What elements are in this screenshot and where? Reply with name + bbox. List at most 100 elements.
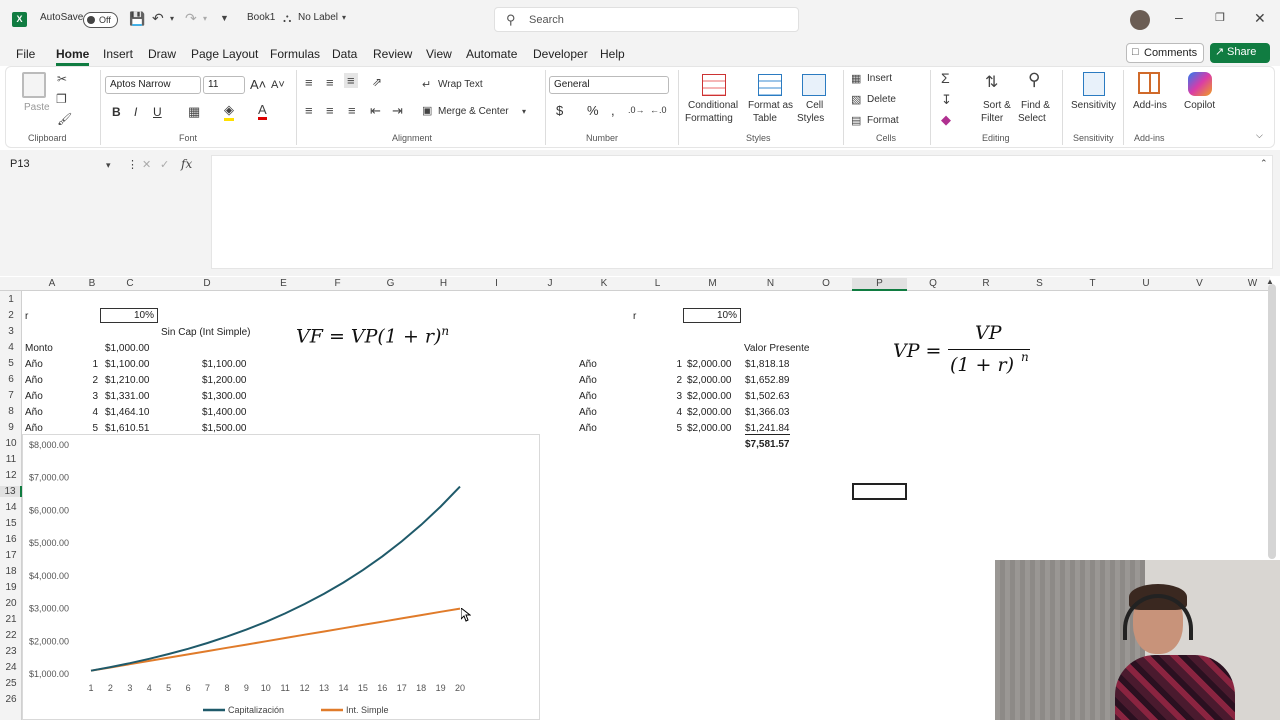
redo-dropdown-icon[interactable]: ▾ bbox=[203, 14, 207, 23]
cell-period[interactable]: 4 bbox=[664, 407, 682, 418]
cell-ano[interactable]: Año bbox=[579, 423, 597, 434]
cell-present-value[interactable]: $1,652.89 bbox=[745, 375, 790, 386]
cell-period[interactable]: 3 bbox=[664, 391, 682, 402]
customize-toolbar-icon[interactable]: ▼ bbox=[220, 13, 229, 23]
avatar[interactable] bbox=[1130, 10, 1150, 30]
collapse-formula-bar-icon[interactable]: ⌃ bbox=[1260, 158, 1268, 169]
format-cells-button[interactable]: Format bbox=[867, 115, 899, 126]
decrease-font-icon[interactable]: A˅ bbox=[271, 79, 285, 91]
tab-file[interactable]: File bbox=[16, 47, 35, 61]
align-center-icon[interactable]: ≡ bbox=[326, 103, 334, 118]
tab-developer[interactable]: Developer bbox=[533, 47, 588, 61]
number-format-select[interactable]: General bbox=[549, 76, 669, 94]
undo-icon[interactable]: ↶ bbox=[152, 10, 164, 27]
autosave-toggle[interactable]: Off bbox=[83, 12, 118, 28]
formula-input[interactable] bbox=[211, 155, 1273, 269]
increase-indent-icon[interactable]: ⇥ bbox=[392, 103, 403, 119]
align-left-icon[interactable]: ≡ bbox=[305, 103, 313, 118]
cell-styles-label-2[interactable]: Styles bbox=[797, 113, 824, 124]
row-header[interactable]: 6 bbox=[0, 374, 22, 385]
search-box[interactable]: ⚲ Search bbox=[494, 7, 799, 32]
paste-icon[interactable] bbox=[22, 72, 46, 98]
cell-ano[interactable]: Año bbox=[25, 391, 43, 402]
cell-r2-label[interactable]: r bbox=[633, 311, 636, 322]
row-header[interactable]: 19 bbox=[0, 582, 22, 593]
cell-flow[interactable]: $2,000.00 bbox=[687, 375, 732, 386]
cell-sin-cap-header[interactable]: Sin Cap (Int Simple) bbox=[161, 327, 250, 338]
file-name[interactable]: Book1 bbox=[247, 12, 275, 23]
cell-ano[interactable]: Año bbox=[25, 407, 43, 418]
conditional-formatting-label-2[interactable]: Formatting bbox=[685, 113, 733, 124]
row-header[interactable]: 3 bbox=[0, 326, 22, 337]
cell-simple[interactable]: $1,400.00 bbox=[202, 407, 247, 418]
row-header[interactable]: 23 bbox=[0, 646, 22, 657]
find-select-label-2[interactable]: Select bbox=[1018, 113, 1046, 124]
undo-dropdown-icon[interactable]: ▾ bbox=[170, 14, 174, 23]
cell-ano[interactable]: Año bbox=[25, 423, 43, 434]
row-header[interactable]: 26 bbox=[0, 694, 22, 705]
cell-period[interactable]: 5 bbox=[664, 423, 682, 434]
addins-button[interactable]: Add-ins bbox=[1133, 100, 1167, 111]
row-header[interactable]: 5 bbox=[0, 358, 22, 369]
copy-icon[interactable]: ❐ bbox=[56, 92, 67, 106]
font-size-select[interactable]: 11 bbox=[203, 76, 245, 94]
percent-button[interactable]: % bbox=[587, 103, 599, 118]
name-box[interactable]: P13 bbox=[6, 155, 118, 175]
tab-formulas[interactable]: Formulas bbox=[270, 47, 320, 61]
column-header[interactable]: T bbox=[1066, 278, 1119, 289]
cell-monto-label[interactable]: Monto bbox=[25, 343, 53, 354]
decrease-decimal-icon[interactable]: ←.0 bbox=[650, 105, 667, 115]
row-header[interactable]: 4 bbox=[0, 342, 22, 353]
cell-flow[interactable]: $2,000.00 bbox=[687, 423, 732, 434]
chevron-down-icon[interactable]: ▾ bbox=[522, 107, 526, 116]
cell-r-value[interactable]: 10% bbox=[100, 308, 158, 323]
column-header[interactable]: S bbox=[1013, 278, 1066, 289]
row-header[interactable]: 22 bbox=[0, 630, 22, 641]
insert-cells-button[interactable]: Insert bbox=[867, 73, 892, 84]
tab-insert[interactable]: Insert bbox=[103, 47, 133, 61]
row-header[interactable]: 8 bbox=[0, 406, 22, 417]
tab-review[interactable]: Review bbox=[373, 47, 412, 61]
wrap-text-button[interactable]: Wrap Text bbox=[438, 79, 483, 90]
column-header[interactable]: B bbox=[82, 278, 102, 289]
increase-decimal-icon[interactable]: .0→ bbox=[628, 105, 645, 115]
sensitivity-label[interactable]: No Label bbox=[298, 12, 338, 23]
column-header[interactable]: A bbox=[22, 278, 82, 289]
chevron-down-icon[interactable]: ▾ bbox=[106, 160, 111, 171]
row-header[interactable]: 1 bbox=[0, 294, 22, 305]
enter-icon[interactable]: ✓ bbox=[160, 158, 169, 171]
cell-ano[interactable]: Año bbox=[25, 359, 43, 370]
copilot-button[interactable]: Copilot bbox=[1184, 100, 1215, 111]
cell-year[interactable]: 1 bbox=[82, 359, 98, 370]
cell-r-label[interactable]: r bbox=[25, 311, 28, 322]
cell-total-present-value[interactable]: $7,581.57 bbox=[745, 439, 790, 450]
bold-button[interactable]: B bbox=[112, 105, 121, 119]
row-header[interactable]: 16 bbox=[0, 534, 22, 545]
row-header[interactable]: 20 bbox=[0, 598, 22, 609]
row-header[interactable]: 12 bbox=[0, 470, 22, 481]
cancel-icon[interactable]: ✕ bbox=[142, 158, 151, 171]
cell-flow[interactable]: $2,000.00 bbox=[687, 391, 732, 402]
cell-ano[interactable]: Año bbox=[579, 391, 597, 402]
row-header[interactable]: 2 bbox=[0, 310, 22, 321]
format-painter-icon[interactable]: 🖌 bbox=[57, 112, 72, 126]
line-chart[interactable]: $1,000.00 $2,000.00 $3,000.00 $4,000.00 $5,0… bbox=[22, 434, 540, 720]
column-header[interactable]: I bbox=[470, 278, 523, 289]
column-header[interactable]: Q bbox=[907, 278, 959, 289]
cell-ano[interactable]: Año bbox=[25, 375, 43, 386]
column-header[interactable]: M bbox=[684, 278, 741, 289]
cell-capitalizacion[interactable]: $1,464.10 bbox=[105, 407, 150, 418]
delete-cells-button[interactable]: Delete bbox=[867, 94, 896, 105]
borders-icon[interactable]: ▦ bbox=[188, 104, 200, 120]
cell-capitalizacion[interactable]: $1,210.00 bbox=[105, 375, 150, 386]
row-header[interactable]: 11 bbox=[0, 454, 22, 465]
row-header[interactable]: 24 bbox=[0, 662, 22, 673]
merge-center-button[interactable]: Merge & Center bbox=[438, 106, 509, 117]
sort-filter-label-1[interactable]: Sort & bbox=[983, 100, 1011, 111]
cell-simple[interactable]: $1,300.00 bbox=[202, 391, 247, 402]
cell-year[interactable]: 2 bbox=[82, 375, 98, 386]
save-icon[interactable]: 💾 bbox=[129, 11, 145, 27]
cell-flow[interactable]: $2,000.00 bbox=[687, 407, 732, 418]
tab-view[interactable]: View bbox=[426, 47, 452, 61]
row-header[interactable]: 17 bbox=[0, 550, 22, 561]
